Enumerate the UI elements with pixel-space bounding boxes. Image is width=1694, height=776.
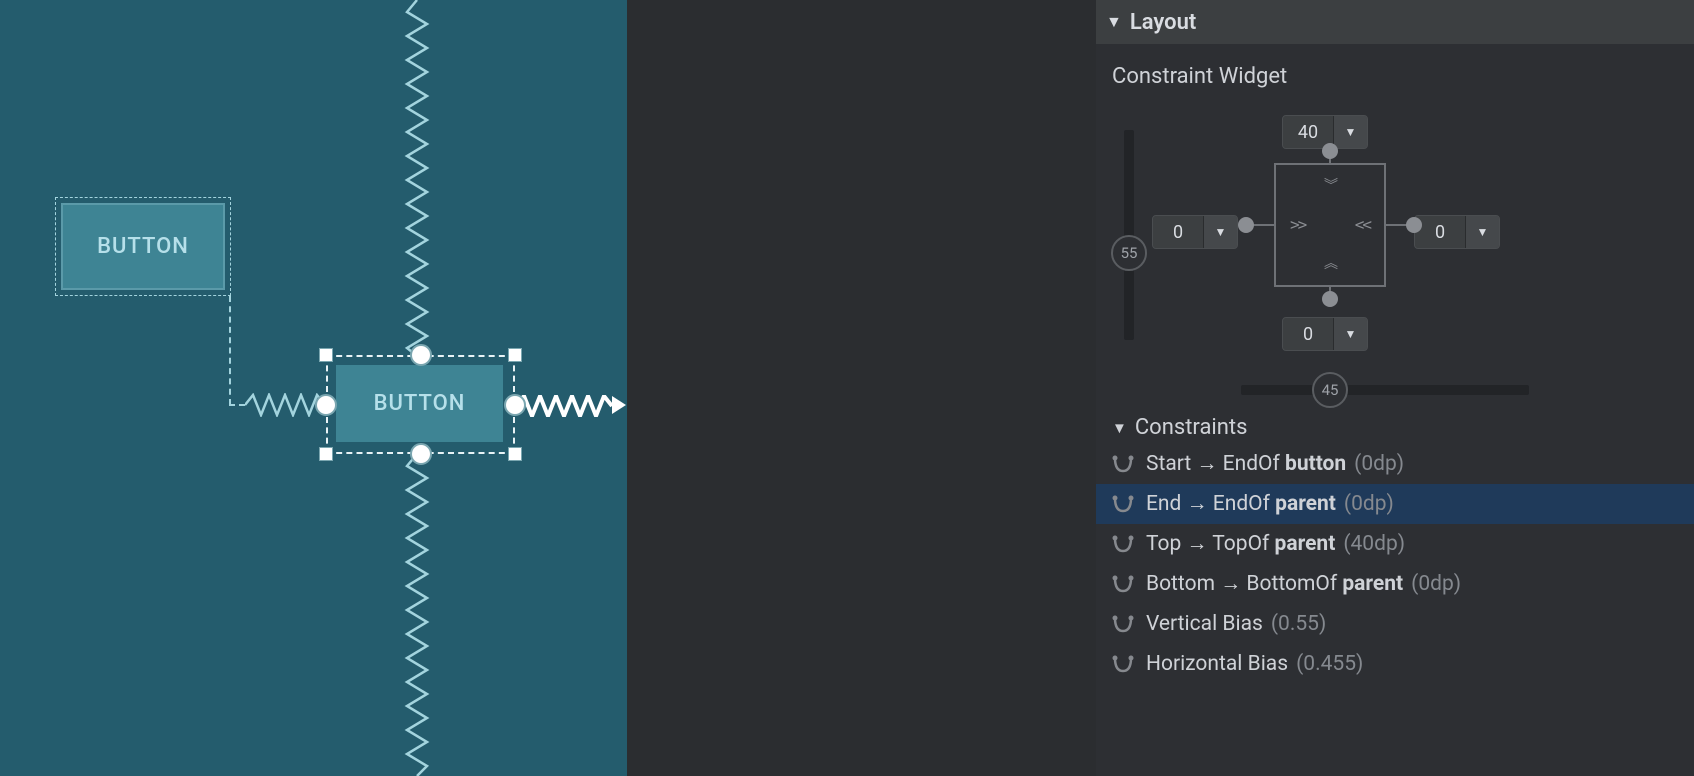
constraint-value: (0dp)	[1354, 452, 1404, 476]
constraint-icon	[1112, 533, 1138, 555]
constraint-value: (0.55)	[1271, 612, 1326, 636]
constraint-icon	[1112, 453, 1138, 475]
constraint-spring-start	[245, 393, 325, 417]
selection-outline	[326, 355, 515, 454]
view-button-2-selected[interactable]: BUTTON	[326, 355, 515, 454]
resize-handle-bl[interactable]	[319, 447, 333, 461]
constraint-widget-view[interactable]: ︾ ︽ >> <<	[1274, 163, 1386, 287]
margin-end-input[interactable]: 0 ▼	[1414, 215, 1500, 249]
dropdown-icon[interactable]: ▼	[1203, 216, 1237, 248]
anchor-bottom[interactable]	[1322, 291, 1338, 307]
margin-end-value: 0	[1415, 216, 1465, 248]
constraints-title: Constraints	[1135, 415, 1248, 440]
connector-dashed-vertical	[229, 296, 231, 405]
constraint-row[interactable]: End → EndOf parent (0dp)	[1096, 484, 1694, 524]
anchor-start[interactable]	[1238, 217, 1254, 233]
constraint-icon	[1112, 573, 1138, 595]
constraint-icon	[1112, 613, 1138, 635]
constraint-label: Vertical Bias	[1146, 612, 1263, 636]
constraint-icon	[1112, 653, 1138, 675]
constraint-text: Bottom → BottomOf parent	[1146, 572, 1403, 596]
horizontal-bias-slider[interactable]	[1241, 385, 1529, 395]
layout-title: Layout	[1130, 10, 1196, 35]
vertical-bias-value[interactable]: 55	[1111, 235, 1147, 271]
constraint-handle-top[interactable]	[410, 344, 432, 366]
button-1-label: BUTTON	[63, 205, 223, 288]
constraint-text: Start → EndOf button	[1146, 452, 1346, 476]
view-button-1[interactable]: BUTTON	[55, 197, 231, 296]
constraint-spring-bottom	[404, 454, 430, 776]
constraint-text: End → EndOf parent	[1146, 492, 1336, 516]
connector-dashed-horizontal	[229, 404, 245, 406]
disclosure-triangle-icon: ▼	[1112, 419, 1127, 437]
dropdown-icon[interactable]: ▼	[1333, 116, 1367, 148]
margin-bottom-value: 0	[1283, 318, 1333, 350]
constraint-value: (0.455)	[1296, 652, 1363, 676]
anchor-top[interactable]	[1322, 143, 1338, 159]
constraint-label: Horizontal Bias	[1146, 652, 1288, 676]
resize-handle-br[interactable]	[508, 447, 522, 461]
constraint-row[interactable]: Bottom → BottomOf parent (0dp)	[1096, 564, 1694, 604]
vertical-bias-row[interactable]: Vertical Bias (0.55)	[1096, 604, 1694, 644]
editor-background	[627, 0, 1096, 776]
disclosure-triangle-icon: ▼	[1106, 12, 1122, 32]
constraint-row[interactable]: Top → TopOf parent (40dp)	[1096, 524, 1694, 564]
constraint-value: (40dp)	[1343, 532, 1405, 556]
constraint-spring-top	[404, 0, 430, 356]
resize-handle-tr[interactable]	[508, 348, 522, 362]
constraint-widget: 55 45 40 ▼ 0 ▼ 0 ▼ 0 ▼ ︾ ︽ >> <<	[1096, 95, 1694, 405]
constraint-spring-end	[516, 395, 616, 417]
constraints-section-header[interactable]: ▼ Constraints	[1096, 405, 1694, 444]
constraint-value: (0dp)	[1344, 492, 1394, 516]
wrap-chevron-icon: <<	[1355, 217, 1370, 233]
layout-section-header[interactable]: ▼ Layout	[1096, 0, 1694, 44]
anchor-end[interactable]	[1406, 217, 1422, 233]
margin-start-input[interactable]: 0 ▼	[1152, 215, 1238, 249]
constraint-text: Top → TopOf parent	[1146, 532, 1335, 556]
margin-start-value: 0	[1153, 216, 1203, 248]
constraint-handle-start[interactable]	[315, 394, 337, 416]
constraint-icon	[1112, 493, 1138, 515]
constraint-widget-title: Constraint Widget	[1096, 44, 1694, 95]
wrap-chevron-icon: ︾	[1324, 179, 1336, 193]
design-canvas[interactable]: BUTTON BUTTON	[0, 0, 627, 776]
constraint-handle-end[interactable]	[504, 394, 526, 416]
horizontal-bias-row[interactable]: Horizontal Bias (0.455)	[1096, 644, 1694, 684]
resize-handle-tl[interactable]	[319, 348, 333, 362]
dropdown-icon[interactable]: ▼	[1465, 216, 1499, 248]
constraint-row[interactable]: Start → EndOf button (0dp)	[1096, 444, 1694, 484]
constraint-handle-bottom[interactable]	[410, 443, 432, 465]
wrap-chevron-icon: >>	[1290, 217, 1305, 233]
horizontal-bias-value[interactable]: 45	[1312, 372, 1348, 408]
margin-bottom-input[interactable]: 0 ▼	[1282, 317, 1368, 351]
constraint-value: (0dp)	[1411, 572, 1461, 596]
attributes-panel: ▼ Layout Constraint Widget 55 45 40 ▼ 0 …	[1096, 0, 1694, 776]
wrap-chevron-icon: ︽	[1324, 257, 1336, 271]
dropdown-icon[interactable]: ▼	[1333, 318, 1367, 350]
